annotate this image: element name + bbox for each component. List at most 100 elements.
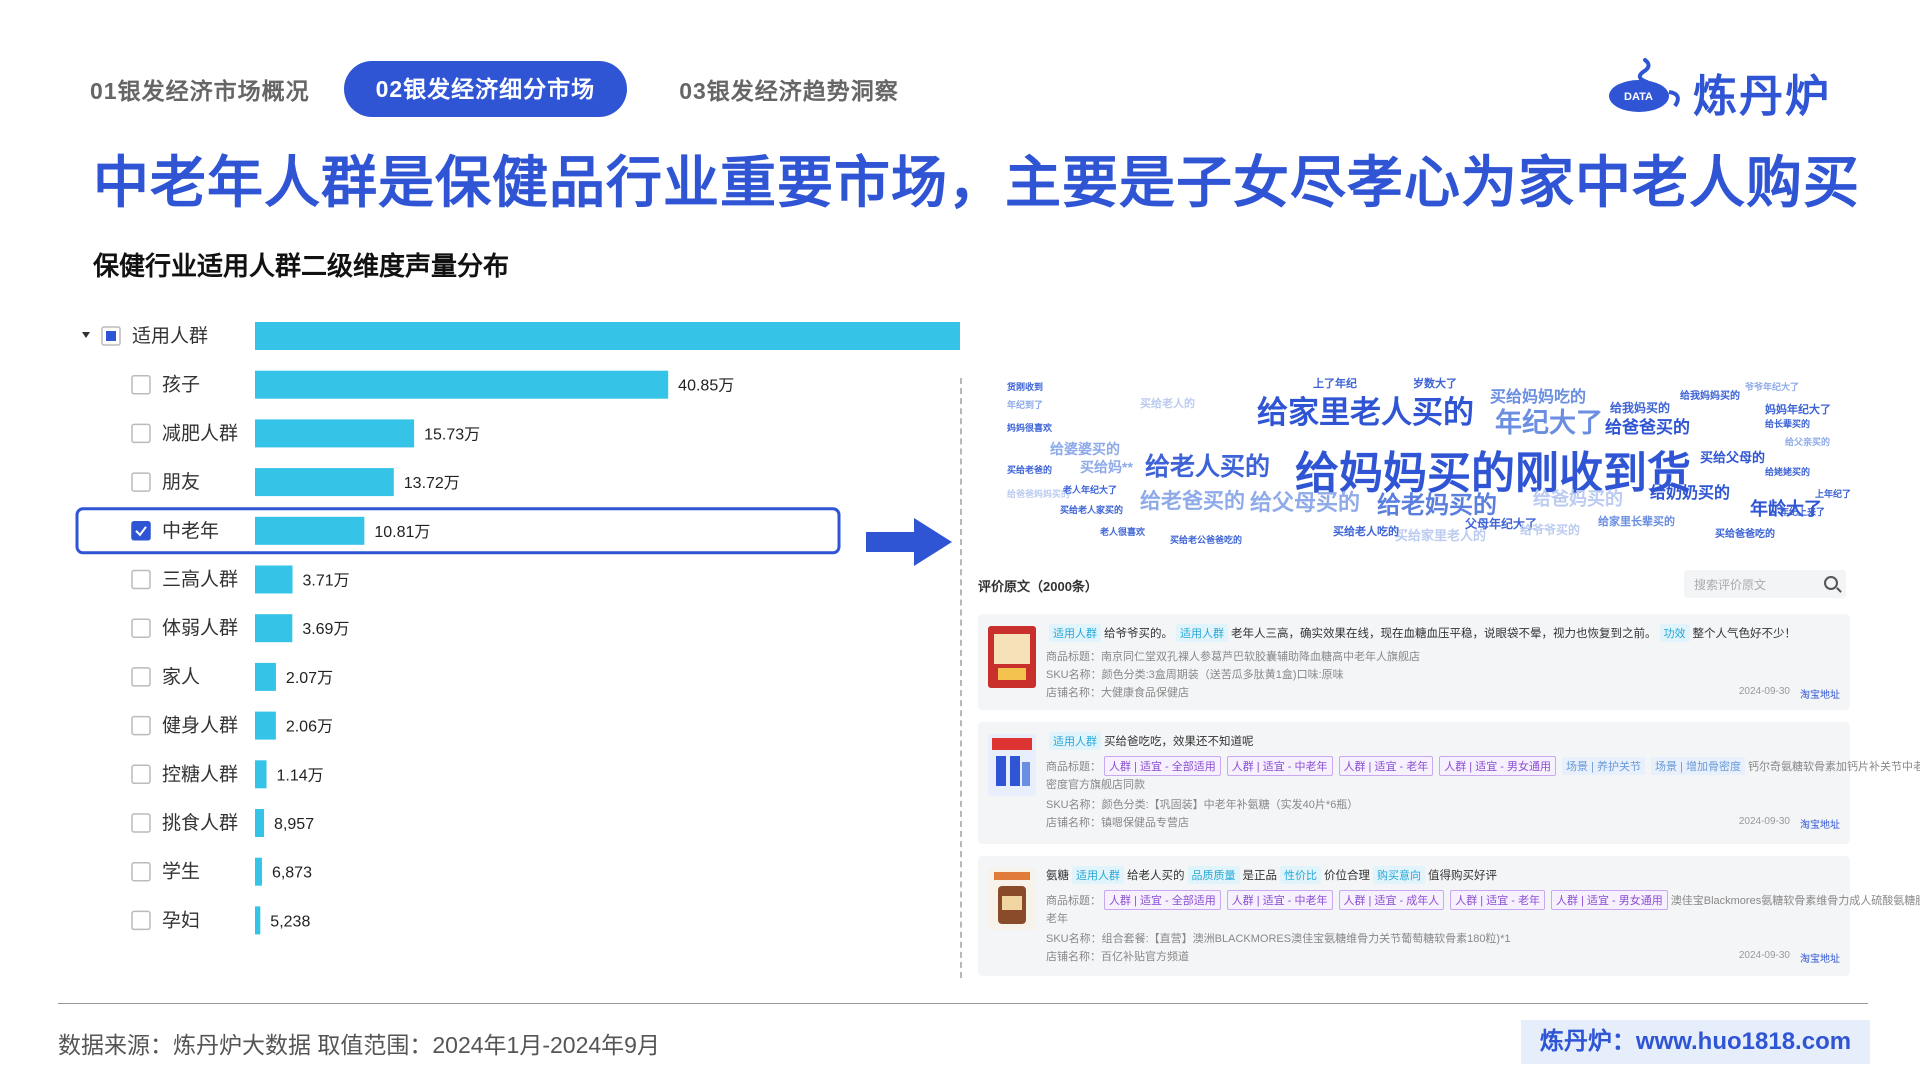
review-card: 适用人群 买给爸吃吃，效果还不知道呢 商品标题： 人群 | 适宜 - 全部适用 人群 … (978, 722, 1920, 844)
cloud-word: 买给老爸的 (1007, 465, 1053, 475)
website-badge[interactable]: 炼丹炉：www.huo1818.com (1521, 1020, 1870, 1064)
cloud-word: 给爸爸妈妈买的 (1007, 489, 1071, 499)
cloud-word: 给家里老人买的 (1257, 395, 1474, 430)
cloud-word: 给爸爸买的 (1605, 418, 1690, 437)
checkbox-partial-mark (106, 331, 116, 341)
review-date: 2024-09-30 (1738, 816, 1790, 827)
value-label: 2.07万 (286, 670, 333, 687)
page-title: 中老年人群是保健品行业重要市场，主要是子女尽孝心为家中老人购买 (93, 151, 1860, 214)
checkbox[interactable] (131, 861, 151, 882)
cloud-word: 买给老公爸爸吃的 (1170, 535, 1243, 545)
search-icon[interactable] (1824, 576, 1838, 590)
cloud-word: 给父亲买的 (1785, 437, 1831, 447)
review-card: 氨糖 适用人群 给老人买的 品质质量 是正品 性价比 价位合理 购买意向 值得购买好评 商品标题… (978, 856, 1920, 976)
value-label: 5,238 (270, 913, 310, 930)
review-tag: 人群 | 适宜 - 全部适用 (1104, 756, 1221, 776)
checkbox[interactable] (131, 521, 151, 541)
checkbox[interactable] (131, 910, 151, 931)
cloud-word: 给婆婆买的 (1050, 441, 1120, 457)
cloud-word: 上年纪了 (1815, 489, 1852, 499)
bar (255, 760, 267, 789)
value-label: 6,873 (272, 865, 312, 882)
review-tag: 人群 | 适宜 - 全部适用 (1104, 890, 1221, 910)
bar (255, 857, 262, 886)
bar (255, 468, 394, 497)
cloud-word: 爷爷年纪大了 (1745, 382, 1800, 392)
cloud-word: 给父母买的 (1250, 490, 1361, 515)
cloud-word: 给姥姥买的 (1765, 467, 1811, 477)
review-date: 2024-09-30 (1738, 686, 1790, 697)
taobao-link[interactable]: 淘宝地址 (1800, 816, 1840, 831)
category-label: 孕妇 (162, 909, 200, 931)
category-label: 家人 (162, 666, 200, 688)
tab-trend-insight[interactable]: 03银发经济趋势洞察 (679, 72, 899, 106)
cloud-word: 给老人买的 (1145, 453, 1271, 481)
cloud-word: 妈妈很喜欢 (1007, 423, 1053, 433)
review-tag: 功效 (1659, 624, 1690, 642)
search-placeholder: 搜索评价原文 (1694, 578, 1767, 592)
value-label: 3.71万 (303, 573, 350, 590)
bar (255, 419, 415, 448)
checkbox[interactable] (131, 618, 151, 638)
cloud-word: 给家里长辈买的 (1598, 516, 1675, 528)
checkbox[interactable] (131, 374, 151, 395)
brand-logo: DATA 炼丹炉 (1605, 52, 1835, 122)
store-name: 店铺名称：镇嗯保健品专营店 (1046, 817, 1189, 829)
checkbox[interactable] (131, 764, 151, 785)
category-label: 适用人群 (132, 325, 208, 347)
tab-market-overview[interactable]: 01银发经济市场概况 (90, 72, 310, 106)
category-label: 朋友 (162, 471, 200, 493)
value-label: 40.85万 (678, 378, 734, 395)
data-source: 数据来源：炼丹炉大数据 取值范围：2024年1月-2024年9月 (58, 1032, 660, 1058)
checkbox[interactable] (131, 569, 151, 590)
checkbox[interactable] (131, 667, 151, 687)
collapse-caret-icon[interactable] (82, 332, 90, 338)
checkbox[interactable] (131, 423, 151, 444)
checkbox[interactable] (131, 813, 151, 833)
value-label: 3.69万 (302, 621, 349, 638)
taobao-link[interactable]: 淘宝地址 (1800, 686, 1840, 701)
product-title-label: 商品标题： (1046, 761, 1101, 773)
bar (255, 322, 960, 350)
bar (255, 370, 669, 399)
taobao-link[interactable]: 淘宝地址 (1800, 950, 1840, 965)
product-title-text: 澳佳宝Blackmores氨糖软骨素维骨力成人硫酸氨糖胶180粒中 (1670, 895, 1920, 907)
sku-name: SKU名称：颜色分类:【巩固装】中老年补氨糖（实发40片*6瓶） (1046, 799, 1359, 811)
review-tag: 人群 | 适宜 - 成年人 (1338, 890, 1445, 910)
product-title-text: 钙尔奇氨糖软骨素加钙片补关节中老年人增加骨 (1747, 761, 1920, 773)
cloud-word: 妈妈年纪大了 (1765, 404, 1831, 416)
review-search-input[interactable]: 搜索评价原文 (1684, 570, 1846, 598)
checkbox[interactable] (131, 715, 151, 736)
product-thumbnail (988, 626, 1036, 688)
product-thumbnail (988, 868, 1036, 930)
cloud-word: 买给老人的 (1140, 398, 1195, 410)
checkbox[interactable] (131, 472, 151, 492)
category-label: 挑食人群 (162, 812, 238, 834)
word-cloud: 给妈妈买的刚收到货 给家里老人买的 年纪大了 给老人买的 给老妈买的 给父母买的 给老爸买的… (995, 375, 1851, 555)
review-tag: 场景 | 增加骨密度 (1650, 757, 1745, 775)
bar-chart: 适用人群96.89万(16.14%)孩子40.85万减肥人群15.73万朋友13… (75, 322, 960, 935)
review-tag: 人群 | 适宜 - 男女通用 (1551, 890, 1668, 910)
review-text-segment: 氨糖 (1046, 870, 1069, 882)
product-title-cont: 老年 (1046, 913, 1068, 925)
tab-segment-market[interactable]: 02银发经济细分市场 (343, 61, 628, 117)
cloud-word: 老人很喜欢 (1100, 527, 1146, 537)
review-tag: 品质质量 (1187, 866, 1240, 884)
value-label: 1.14万 (277, 767, 324, 784)
review-tag: 人群 | 适宜 - 中老年 (1226, 890, 1333, 910)
review-tag: 人群 | 适宜 - 老年 (1450, 890, 1545, 910)
cloud-word: 买给爸爸吃的 (1715, 529, 1775, 540)
review-tag: 人群 | 适宜 - 中老年 (1226, 756, 1333, 776)
review-text-segment: 是正品 (1242, 870, 1278, 882)
review-tag: 适用人群 (1176, 624, 1228, 642)
bar (255, 809, 265, 837)
cloud-word: 老人年纪大了 (1063, 485, 1118, 495)
value-label: 10.81万 (374, 524, 430, 541)
cloud-word: 买给老人家买的 (1060, 505, 1124, 515)
chart-title: 保健行业适用人群二级维度声量分布 (93, 251, 510, 281)
product-title-label: 商品标题： (1046, 895, 1101, 907)
cloud-word: 买给妈妈吃的 (1490, 389, 1587, 406)
product-thumbnail (988, 734, 1036, 796)
bar (255, 516, 365, 545)
product-title-cont: 密度官方旗舰店同款 (1046, 779, 1145, 791)
